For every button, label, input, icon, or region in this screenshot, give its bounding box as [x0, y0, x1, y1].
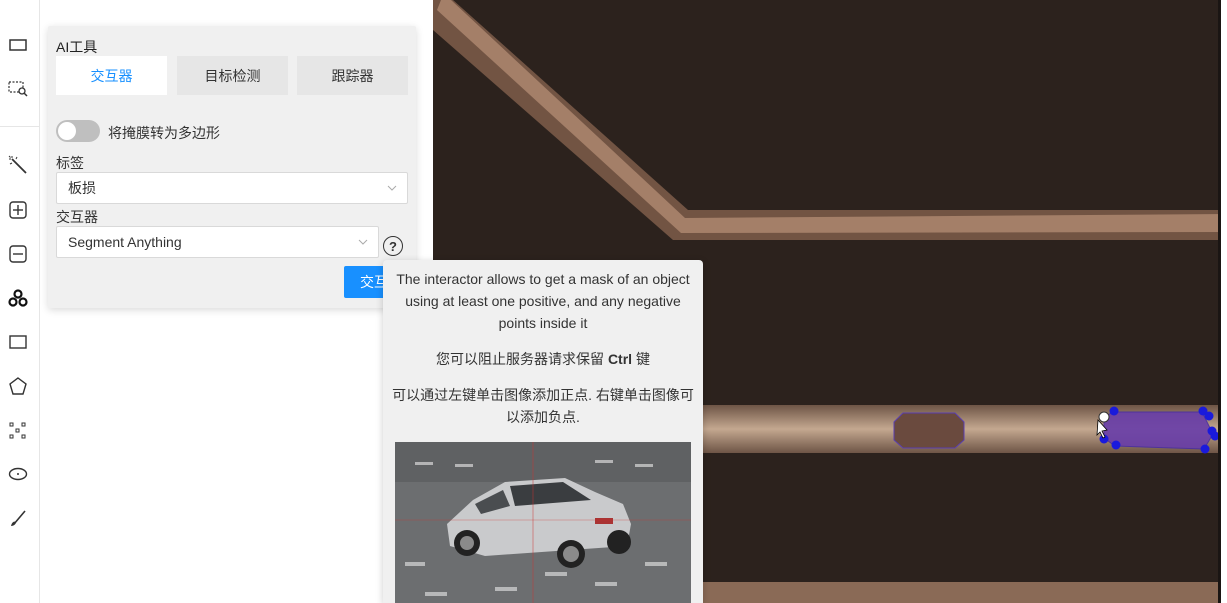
label-select[interactable]: 板损 [56, 172, 408, 204]
tab-interactor[interactable]: 交互器 [56, 56, 167, 95]
label-field-label: 标签 [56, 155, 84, 171]
zoom-region-icon[interactable] [4, 74, 32, 102]
toolbar-divider [0, 126, 40, 127]
convert-mask-toggle[interactable] [56, 120, 100, 142]
tooltip-ctrl-prefix: 您可以阻止服务器请求保留 [436, 351, 605, 367]
tooltip-ctrl-suffix: 键 [635, 351, 650, 367]
polygon-icon[interactable] [4, 372, 32, 400]
opencv-icon[interactable] [4, 284, 32, 312]
brush-icon[interactable] [4, 504, 32, 532]
fit-screen-icon[interactable] [4, 31, 32, 59]
tab-detector[interactable]: 目标检测 [177, 56, 288, 95]
ai-tools-title: AI工具 [56, 39, 98, 55]
label-select-value: 板损 [68, 180, 96, 196]
help-icon[interactable]: ? [383, 236, 403, 256]
interactor-field-label: 交互器 [56, 209, 98, 225]
interactor-select[interactable]: Segment Anything [56, 226, 379, 258]
chevron-down-icon [387, 185, 397, 191]
ai-tools-panel: AI工具 交互器 目标检测 跟踪器 将掩膜转为多边形 标签 板损 交互器 Seg… [48, 26, 416, 308]
ellipse-icon[interactable] [4, 460, 32, 488]
remove-minus-icon[interactable] [4, 240, 32, 268]
left-toolbar [0, 0, 40, 603]
convert-mask-label: 将掩膜转为多边形 [108, 125, 220, 141]
tooltip-ctrl-hint: 您可以阻止服务器请求保留 Ctrl 键 [391, 348, 695, 370]
tooltip-click-hint: 可以通过左键单击图像添加正点. 右键单击图像可以添加负点. [392, 387, 694, 425]
car-example-illustration [395, 442, 691, 603]
chevron-down-icon [358, 239, 368, 245]
canvas-scroll-edge [1218, 0, 1227, 603]
points-icon[interactable] [4, 416, 32, 444]
tooltip-ctrl-key: Ctrl [607, 351, 633, 367]
interactor-help-tooltip: The interactor allows to get a mask of a… [383, 260, 703, 603]
interactor-select-value: Segment Anything [68, 234, 182, 250]
toggle-knob [58, 122, 76, 140]
tooltip-example-image [395, 442, 691, 603]
tab-tracker[interactable]: 跟踪器 [297, 56, 408, 95]
add-plus-icon[interactable] [4, 196, 32, 224]
tooltip-description: The interactor allows to get a mask of a… [396, 271, 690, 331]
rectangle-icon[interactable] [4, 328, 32, 356]
magic-wand-icon[interactable] [4, 151, 32, 179]
